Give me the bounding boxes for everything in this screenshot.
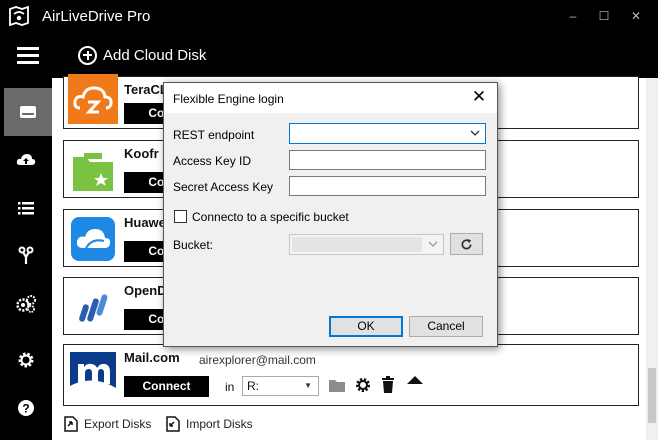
sidebar-item-help[interactable]: ? — [0, 384, 52, 432]
chevron-down-icon — [428, 241, 438, 247]
title-bar: AirLiveDrive Pro – ☐ ✕ — [0, 0, 658, 34]
flexible-engine-login-dialog: Flexible Engine login ✕ REST endpoint Ac… — [163, 82, 498, 347]
app-logo-icon — [9, 6, 29, 26]
add-cloud-disk-label: Add Cloud Disk — [103, 46, 207, 64]
access-key-label: Access Key ID — [173, 154, 252, 168]
export-disks-button[interactable]: Export Disks — [64, 416, 151, 432]
sidebar-item-settings[interactable] — [0, 336, 52, 384]
refresh-buckets-button[interactable] — [450, 233, 483, 255]
huawei-cloud-logo-icon — [71, 217, 115, 261]
account-email: airexplorer@mail.com — [199, 353, 316, 367]
rest-endpoint-select[interactable] — [289, 123, 486, 144]
disk-name: Mail.com — [124, 350, 180, 365]
sidebar-item-disks[interactable] — [4, 88, 52, 136]
vertical-scrollbar[interactable] — [646, 78, 658, 440]
folder-icon[interactable] — [328, 377, 346, 393]
bucket-select[interactable] — [289, 234, 444, 255]
disk-name: Huawe — [124, 215, 166, 230]
teracloud-logo-icon — [68, 74, 118, 124]
bucket-label: Bucket: — [173, 238, 214, 252]
disk-name: TeraCL — [124, 82, 168, 97]
drive-letter-select[interactable]: R: ▼ — [242, 376, 319, 396]
drive-icon — [20, 106, 36, 118]
mailcom-logo-icon — [70, 352, 116, 398]
disk-name: Koofr — [124, 146, 159, 161]
sidebar-item-sync[interactable] — [0, 136, 52, 184]
settings-icon — [18, 352, 34, 368]
trash-icon[interactable] — [380, 376, 396, 394]
dialog-title-bar: Flexible Engine login ✕ — [164, 83, 497, 113]
maximize-button[interactable]: ☐ — [592, 6, 616, 26]
sidebar-item-tools[interactable] — [0, 232, 52, 280]
list-icon — [18, 202, 34, 215]
connect-button[interactable]: Connect — [124, 376, 209, 397]
add-cloud-disk-button[interactable]: Add Cloud Disk — [78, 44, 206, 66]
cloud-upload-icon — [16, 154, 36, 165]
dialog-close-button[interactable]: ✕ — [469, 87, 489, 107]
dialog-title: Flexible Engine login — [173, 92, 284, 106]
scissors-icon — [18, 246, 34, 264]
header-bar: Add Cloud Disk — [0, 34, 658, 78]
in-label: in — [225, 380, 235, 394]
koofr-logo-icon — [73, 153, 113, 191]
app-title: AirLiveDrive Pro — [42, 8, 151, 25]
refresh-icon — [461, 238, 472, 249]
chevron-down-icon — [470, 130, 480, 136]
minimize-button[interactable]: – — [561, 6, 585, 26]
bucket-checkbox-label[interactable]: Connecto to a specific bucket — [192, 210, 349, 224]
svg-text:?: ? — [22, 402, 29, 416]
bucket-checkbox[interactable] — [174, 210, 187, 223]
scrollbar-thumb[interactable] — [648, 368, 656, 423]
drive-letter-value: R: — [247, 379, 259, 393]
close-window-button[interactable]: ✕ — [624, 6, 648, 26]
import-icon — [166, 416, 180, 432]
access-key-input[interactable] — [289, 150, 486, 170]
disk-card-mailcom: Mail.com airexplorer@mail.com Connect in… — [63, 344, 639, 406]
secret-key-label: Secret Access Key — [173, 180, 274, 194]
chevron-down-icon: ▼ — [304, 381, 312, 390]
rest-endpoint-label: REST endpoint — [173, 128, 255, 142]
gears-icon — [16, 295, 36, 313]
bucket-value — [292, 237, 422, 252]
secret-key-input[interactable] — [289, 176, 486, 196]
disk-name: OpenD — [124, 283, 167, 298]
ok-button[interactable]: OK — [329, 316, 403, 337]
help-icon: ? — [18, 400, 34, 416]
export-disks-label: Export Disks — [84, 417, 152, 431]
plus-icon — [78, 45, 97, 65]
sidebar-item-list[interactable] — [0, 184, 52, 232]
caret-up-icon[interactable] — [406, 375, 424, 385]
sidebar: ? — [0, 78, 52, 440]
sidebar-item-advanced[interactable] — [0, 280, 52, 328]
menu-icon[interactable] — [17, 47, 39, 65]
export-icon — [64, 416, 78, 432]
import-disks-label: Import Disks — [186, 417, 253, 431]
gear-icon[interactable] — [354, 376, 372, 394]
import-disks-button[interactable]: Import Disks — [166, 416, 253, 432]
opendrive-logo-icon — [79, 294, 108, 322]
cancel-button[interactable]: Cancel — [409, 316, 483, 337]
